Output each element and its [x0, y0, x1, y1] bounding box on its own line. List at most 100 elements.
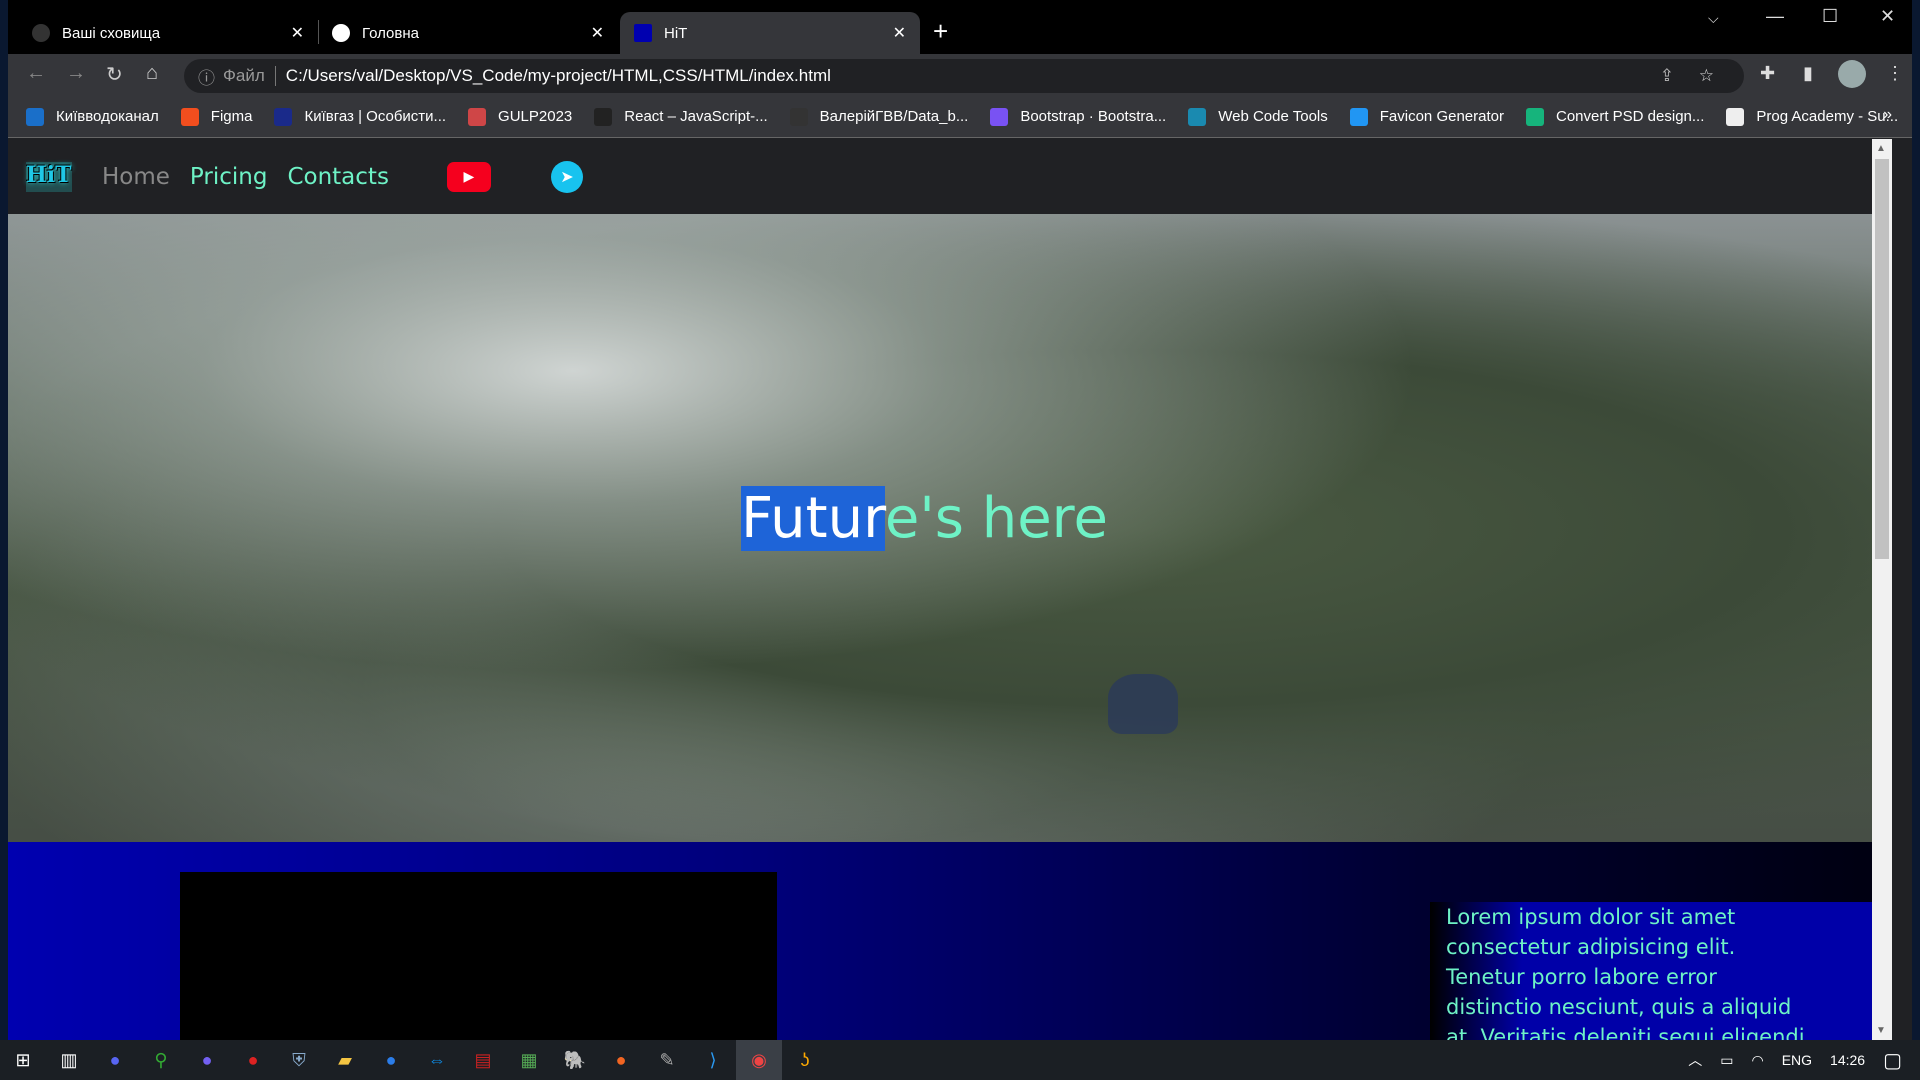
- youtube-icon[interactable]: ▶: [446, 161, 491, 192]
- tab-title: HiT: [664, 24, 688, 42]
- forward-button[interactable]: →: [66, 62, 86, 85]
- globe-icon: [332, 24, 350, 42]
- taskbar: ⊞ ▥ ● ⚲ ● ● ⛨ ▰ ● ⇔ ▤ ▦ 🐘 ● ✎ ⟩ ◉ ʖ ︿ ▭ …: [0, 1040, 1920, 1080]
- bookmarks-bar: Київводоканал Figma Київгаз | Особисти... G…: [8, 96, 1912, 138]
- bookmark-icon: [1349, 107, 1368, 126]
- reload-button[interactable]: ↻: [106, 62, 123, 87]
- bookmark-label: React – JavaScript-...: [624, 108, 768, 125]
- black-block: [180, 872, 777, 1040]
- bookmark-icon: [1188, 107, 1207, 126]
- bookmark-icon: [990, 107, 1009, 126]
- battery-icon[interactable]: ▭: [1720, 1052, 1733, 1069]
- bookmark-label: Favicon Generator: [1379, 108, 1504, 125]
- bookmark-icon: [789, 107, 808, 126]
- bookmark-label: GULP2023: [498, 108, 573, 125]
- postgres-icon[interactable]: 🐘: [552, 1040, 598, 1080]
- shield-icon[interactable]: ⛨: [276, 1040, 322, 1080]
- new-tab-button[interactable]: +: [933, 16, 948, 47]
- viber-icon[interactable]: ●: [184, 1040, 230, 1080]
- bookmark-label: Київгаз | Особисти...: [304, 108, 447, 125]
- scrollbar-thumb[interactable]: [1875, 159, 1889, 559]
- tab-title: Ваші сховища: [62, 24, 161, 42]
- nav-pricing[interactable]: Pricing: [190, 164, 268, 190]
- hero-title: Future's here: [741, 486, 1108, 551]
- task-view-icon[interactable]: ▥: [46, 1040, 92, 1080]
- network-card-icon[interactable]: ▦: [506, 1040, 552, 1080]
- bookmark-icon: [274, 107, 293, 126]
- scroll-down-icon[interactable]: ▼: [1876, 1025, 1886, 1036]
- close-tab-icon[interactable]: ✕: [291, 23, 304, 43]
- file-explorer-icon[interactable]: ▰: [322, 1040, 368, 1080]
- chrome-icon[interactable]: ◉: [736, 1040, 782, 1080]
- lightning-icon[interactable]: ●: [368, 1040, 414, 1080]
- teamviewer-icon[interactable]: ⇔: [414, 1040, 460, 1080]
- close-tab-icon[interactable]: ✕: [591, 23, 604, 43]
- avatar[interactable]: [1838, 60, 1866, 88]
- app-icon[interactable]: ʖ: [782, 1040, 828, 1080]
- home-button[interactable]: ⌂: [146, 62, 158, 85]
- tray-expand-icon[interactable]: ︿: [1688, 1050, 1702, 1070]
- wifi-icon[interactable]: ◠: [1751, 1052, 1763, 1069]
- page-viewport: HiT Home Pricing Contacts ▶ ➤ Future's h…: [8, 139, 1892, 1040]
- maximize-button[interactable]: ☐: [1822, 6, 1838, 27]
- close-tab-icon[interactable]: ✕: [893, 23, 906, 43]
- bookmark-label: Convert PSD design...: [1555, 108, 1705, 125]
- share-icon[interactable]: ⇪: [1660, 66, 1674, 86]
- discord-icon[interactable]: ●: [92, 1040, 138, 1080]
- minimize-button[interactable]: —: [1766, 6, 1784, 27]
- bookmark-item[interactable]: Bootstrap · Bootstra...: [990, 107, 1166, 126]
- notifications-icon[interactable]: ▢: [1883, 1048, 1902, 1073]
- vscode-icon[interactable]: ⟩: [690, 1040, 736, 1080]
- bookmark-label: Київводоканал: [56, 108, 159, 125]
- back-button[interactable]: ←: [26, 62, 46, 85]
- pdf-icon[interactable]: ▤: [460, 1040, 506, 1080]
- scroll-up-icon[interactable]: ▲: [1876, 143, 1886, 154]
- nav-home[interactable]: Home: [102, 164, 170, 190]
- paint-icon[interactable]: ✎: [644, 1040, 690, 1080]
- tab-hit[interactable]: HiT ✕: [620, 12, 920, 54]
- bookmark-icon: [180, 107, 199, 126]
- opera-icon[interactable]: ●: [230, 1040, 276, 1080]
- lorem-text-block: Lorem ipsum dolor sit amet consectetur a…: [1430, 902, 1890, 1040]
- hero-title-rest: e's here: [884, 486, 1108, 551]
- bookmark-icon: [1726, 107, 1745, 126]
- bookmark-item[interactable]: ВалерійГВВ/Data_b...: [789, 107, 968, 126]
- start-icon[interactable]: ⊞: [0, 1040, 46, 1080]
- side-panel-icon[interactable]: ▮: [1803, 63, 1813, 84]
- bookmark-item[interactable]: Prog Academy - Su...: [1726, 107, 1898, 126]
- scrollbar[interactable]: ▲ ▼: [1872, 139, 1892, 1040]
- url-text[interactable]: C:/Users/val/Desktop/VS_Code/my-project/…: [286, 66, 831, 86]
- tab-search-icon[interactable]: ⌵: [1708, 10, 1719, 27]
- close-window-button[interactable]: ✕: [1880, 6, 1895, 27]
- extensions-icon[interactable]: ✚: [1760, 63, 1775, 84]
- text-line: at. Veritatis deleniti sequi eligendi: [1446, 1025, 1805, 1040]
- more-bookmarks-button[interactable]: »: [1883, 106, 1892, 124]
- address-bar[interactable]: ⓘ Файл C:/Users/val/Desktop/VS_Code/my-p…: [184, 59, 1744, 93]
- bookmark-item[interactable]: React – JavaScript-...: [594, 107, 768, 126]
- bookmark-item[interactable]: Київводоканал: [26, 107, 159, 126]
- bookmark-item[interactable]: Київгаз | Особисти...: [274, 107, 447, 126]
- menu-icon[interactable]: ⋮: [1886, 63, 1904, 84]
- bookmark-item[interactable]: Favicon Generator: [1349, 107, 1504, 126]
- postman-icon[interactable]: ●: [598, 1040, 644, 1080]
- language-indicator[interactable]: ENG: [1782, 1052, 1812, 1068]
- star-icon[interactable]: ☆: [1699, 66, 1714, 86]
- surfer-image: [1108, 674, 1178, 734]
- github-icon: [32, 24, 50, 42]
- content-section: Lorem ipsum dolor sit amet consectetur a…: [8, 842, 1892, 1040]
- clock[interactable]: 14:26: [1830, 1052, 1865, 1068]
- site-nav: HiT Home Pricing Contacts ▶ ➤: [8, 139, 1892, 214]
- tab-home[interactable]: Головна ✕: [318, 12, 618, 54]
- info-icon[interactable]: ⓘ: [198, 64, 215, 89]
- bookmark-item[interactable]: GULP2023: [468, 107, 573, 126]
- bookmark-item[interactable]: Figma: [180, 107, 252, 126]
- bookmark-item[interactable]: Web Code Tools: [1188, 107, 1328, 126]
- site-logo[interactable]: HiT: [26, 161, 72, 192]
- system-tray: ︿ ▭ ◠ ENG 14:26 ▢: [1688, 1040, 1920, 1080]
- nav-contacts[interactable]: Contacts: [287, 164, 388, 190]
- app-icon[interactable]: ⚲: [138, 1040, 184, 1080]
- bookmark-item[interactable]: Convert PSD design...: [1525, 107, 1705, 126]
- selected-text: Futur: [741, 486, 885, 551]
- telegram-icon[interactable]: ➤: [550, 160, 583, 193]
- tab-github[interactable]: Ваші сховища ✕: [18, 12, 319, 54]
